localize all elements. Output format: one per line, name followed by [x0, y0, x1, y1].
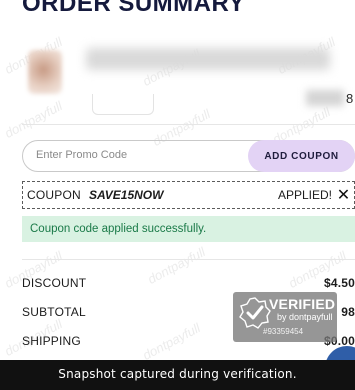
- summary-label: DISCOUNT: [22, 276, 87, 290]
- badge-title: VERIFIED: [269, 296, 336, 312]
- product-price-redacted: [306, 90, 344, 106]
- coupon-code: SAVE15NOW: [89, 188, 164, 202]
- applied-coupon: COUPON SAVE15NOW APPLIED! ✕: [22, 181, 355, 209]
- order-item: 8: [22, 38, 355, 116]
- coupon-label: COUPON: [27, 188, 81, 202]
- page-title: ORDER SUMMARY: [22, 0, 245, 17]
- checkmark-seal-icon: [239, 297, 271, 329]
- close-icon[interactable]: ✕: [335, 185, 352, 204]
- badge-by: by dontpayfull: [277, 312, 333, 322]
- promo-code-input[interactable]: [34, 148, 238, 162]
- product-price: 8: [346, 91, 354, 106]
- summary-label: SUBTOTAL: [22, 305, 86, 319]
- snapshot-caption: Snapshot captured during verification.: [0, 360, 355, 390]
- add-coupon-button[interactable]: ADD COUPON: [248, 140, 355, 172]
- promo-code-form: ADD COUPON: [22, 140, 355, 172]
- product-thumbnail: [28, 50, 62, 94]
- summary-label: SHIPPING: [22, 334, 81, 348]
- quantity-stepper[interactable]: [92, 94, 154, 115]
- coupon-success-message: Coupon code applied successfully.: [22, 216, 355, 242]
- badge-id: #93359454: [263, 327, 304, 336]
- summary-value: $4.50: [323, 276, 355, 290]
- product-name-redacted: [86, 48, 330, 70]
- divider: [22, 124, 355, 125]
- summary-value: 98: [341, 305, 355, 319]
- divider: [22, 259, 355, 260]
- coupon-status: APPLIED!: [277, 188, 332, 202]
- verified-badge: VERIFIED by dontpayfull #93359454: [233, 292, 337, 342]
